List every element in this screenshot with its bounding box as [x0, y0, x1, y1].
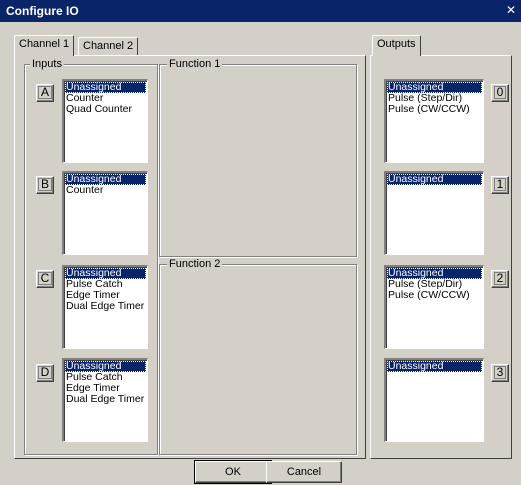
- list-option[interactable]: Dual Edge Timer: [65, 394, 146, 405]
- input-b-letter: B: [37, 178, 52, 191]
- close-icon[interactable]: ✕: [505, 4, 517, 18]
- output-2-button[interactable]: 2: [491, 270, 509, 288]
- output-3-button[interactable]: 3: [491, 364, 509, 382]
- output-0-button[interactable]: 0: [491, 84, 509, 102]
- output-2-listbox[interactable]: Unassigned Pulse (Step/Dir) Pulse (CW/CCW): [384, 265, 484, 349]
- input-d-listbox[interactable]: Unassigned Pulse Catch Edge Timer Dual Edge…: [62, 358, 148, 442]
- output-3-listbox[interactable]: Unassigned: [384, 358, 484, 442]
- title-bar[interactable]: Configure IO ✕: [0, 0, 521, 22]
- list-option[interactable]: Unassigned: [387, 174, 482, 185]
- tab-channel-1[interactable]: Channel 1: [14, 35, 75, 56]
- output-2-number: 2: [493, 272, 507, 285]
- output-1-button[interactable]: 1: [491, 176, 509, 194]
- function-1-label: Function 1: [167, 58, 223, 70]
- list-option[interactable]: Dual Edge Timer: [65, 301, 146, 312]
- list-option[interactable]: Unassigned: [387, 361, 482, 372]
- input-d-letter: D: [37, 366, 53, 379]
- list-option[interactable]: Quad Counter: [65, 104, 146, 115]
- input-c-listbox[interactable]: Unassigned Pulse Catch Edge Timer Dual Edge…: [62, 265, 148, 349]
- input-a-listbox[interactable]: Unassigned Counter Quad Counter: [62, 79, 148, 163]
- output-1-number: 1: [493, 178, 507, 191]
- output-1-listbox[interactable]: Unassigned: [384, 171, 484, 255]
- output-0-listbox[interactable]: Unassigned Pulse (Step/Dir) Pulse (CW/CCW): [384, 79, 484, 163]
- function-2-label: Function 2: [167, 258, 223, 270]
- channel-1-panel: Inputs A Unassigned Counter Quad Counter B…: [14, 55, 366, 459]
- outputs-panel: Unassigned Pulse (Step/Dir) Pulse (CW/CCW)…: [370, 55, 512, 459]
- input-c-letter: C: [37, 272, 53, 285]
- input-b-button[interactable]: B: [36, 176, 54, 194]
- cancel-button[interactable]: Cancel: [266, 461, 342, 483]
- function-2-group: [159, 264, 357, 455]
- configure-io-dialog: Configure IO ✕ Channel 1 Channel 2 Input…: [0, 0, 521, 485]
- window-title: Configure IO: [6, 4, 79, 18]
- output-3-number: 3: [493, 366, 507, 379]
- list-option[interactable]: Pulse (CW/CCW): [387, 104, 482, 115]
- input-d-button[interactable]: D: [36, 364, 54, 382]
- function-1-group: [159, 64, 357, 257]
- input-c-button[interactable]: C: [36, 270, 54, 288]
- tab-channel-2[interactable]: Channel 2: [78, 37, 139, 56]
- list-option[interactable]: Pulse (CW/CCW): [387, 290, 482, 301]
- inputs-group-label: Inputs: [30, 58, 64, 70]
- tab-outputs[interactable]: Outputs: [372, 35, 421, 56]
- input-b-listbox[interactable]: Unassigned Counter: [62, 171, 148, 255]
- ok-button[interactable]: OK: [194, 460, 272, 484]
- output-0-number: 0: [493, 86, 507, 99]
- list-option[interactable]: Counter: [65, 185, 146, 196]
- input-a-button[interactable]: A: [36, 84, 54, 102]
- input-a-letter: A: [37, 86, 52, 99]
